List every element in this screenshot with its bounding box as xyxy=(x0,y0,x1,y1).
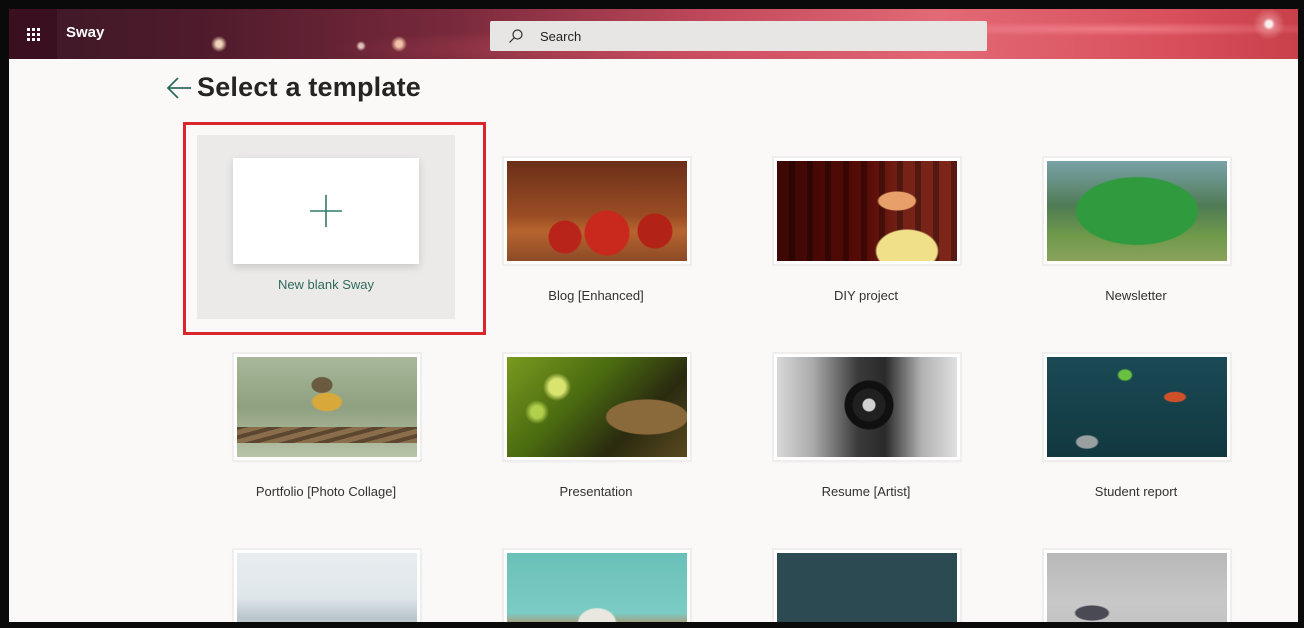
back-arrow-icon[interactable] xyxy=(165,74,193,102)
portfolio-thumbnail xyxy=(234,354,420,460)
template-diy-project[interactable]: DIY project xyxy=(737,158,995,318)
template-tile-row3-3[interactable] xyxy=(737,550,995,622)
top-bar: Sway xyxy=(9,9,1298,59)
search-input[interactable] xyxy=(538,27,942,45)
student-report-thumbnail xyxy=(1044,354,1230,460)
template-label: Blog [Enhanced] xyxy=(548,288,644,303)
search-box[interactable] xyxy=(490,21,987,51)
new-blank-sway-tile[interactable]: New blank Sway xyxy=(197,135,455,319)
template-label: Newsletter xyxy=(1105,288,1167,303)
beach-thumbnail xyxy=(234,550,420,622)
presentation-thumbnail xyxy=(504,354,690,460)
template-label: Portfolio [Photo Collage] xyxy=(255,484,397,499)
app-launcher-button[interactable] xyxy=(9,9,57,59)
template-presentation[interactable]: Presentation xyxy=(467,354,725,514)
template-label: Student report xyxy=(1094,484,1178,499)
resume-thumbnail xyxy=(774,354,960,460)
template-tile-row3-2[interactable] xyxy=(467,550,725,622)
dark-teal-thumbnail xyxy=(774,550,960,622)
search-icon xyxy=(509,29,523,43)
template-tile-row3-1[interactable] xyxy=(197,550,455,622)
template-label: Presentation xyxy=(559,484,633,499)
template-tile-row3-4[interactable] xyxy=(1007,550,1265,622)
template-student-report[interactable]: Student report xyxy=(1007,354,1265,514)
typewriter-thumbnail xyxy=(504,550,690,622)
app-name[interactable]: Sway xyxy=(66,24,104,41)
template-label: Resume [Artist] xyxy=(821,484,911,499)
plus-icon xyxy=(310,195,342,227)
template-portfolio-photo-collage[interactable]: Portfolio [Photo Collage] xyxy=(197,354,455,514)
page-heading: Select a template xyxy=(165,72,421,103)
template-blog-enhanced[interactable]: Blog [Enhanced] xyxy=(467,158,725,318)
template-label: DIY project xyxy=(833,288,899,303)
page-title: Select a template xyxy=(197,72,422,102)
newsletter-thumbnail xyxy=(1044,158,1230,264)
diy-thumbnail xyxy=(774,158,960,264)
template-resume-artist[interactable]: Resume [Artist] xyxy=(737,354,995,514)
blog-thumbnail xyxy=(504,158,690,264)
waffle-icon xyxy=(26,27,40,41)
template-newsletter[interactable]: Newsletter xyxy=(1007,158,1265,318)
app-window: Sway Select a template New blank Sway xyxy=(0,0,1304,628)
succulent-thumbnail xyxy=(1044,550,1230,622)
new-blank-card xyxy=(233,158,419,264)
new-blank-sway-label: New blank Sway xyxy=(277,277,375,292)
